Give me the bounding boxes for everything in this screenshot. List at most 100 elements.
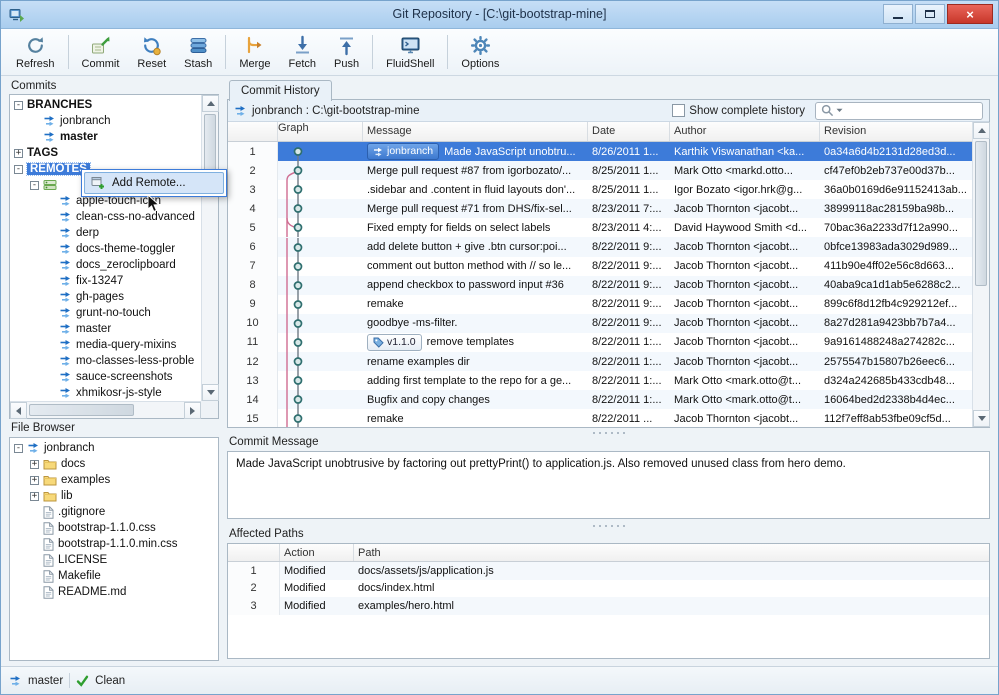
tree-item-jonbranch[interactable]: jonbranch [10, 113, 201, 129]
badge-label: jonbranch [387, 145, 433, 158]
scroll-right-button[interactable] [184, 402, 201, 419]
toolbar-button-refresh[interactable]: Refresh [7, 30, 64, 74]
tree-expand-handle[interactable]: + [30, 492, 39, 501]
tree-item-makefile[interactable]: Makefile [10, 568, 218, 584]
tree-item-fix-13247[interactable]: fix-13247 [10, 273, 201, 289]
column-header-row-number[interactable] [228, 544, 280, 561]
tree-item-license[interactable]: LICENSE [10, 552, 218, 568]
column-header-revision[interactable]: Revision [820, 122, 972, 141]
toolbar-button-reset[interactable]: Reset [128, 30, 175, 74]
table-row[interactable]: 9remake8/22/2011 9:...Jacob Thornton <ja… [228, 295, 972, 314]
maximize-button[interactable] [915, 4, 945, 24]
tree-item-gh-pages[interactable]: gh-pages [10, 289, 201, 305]
branch-icon [27, 442, 40, 454]
tree-item-gitignore[interactable]: .gitignore [10, 504, 218, 520]
table-row[interactable]: 6add delete button + give .btn cursor:po… [228, 237, 972, 256]
tree-expand-handle[interactable]: - [14, 444, 23, 453]
menu-item-add-remote[interactable]: Add Remote... [84, 172, 224, 194]
table-row[interactable]: 12rename examples dir8/22/2011 1:...Jaco… [228, 352, 972, 371]
toolbar-button-push[interactable]: Push [325, 30, 368, 74]
tree-expand-handle[interactable]: + [30, 460, 39, 469]
table-row[interactable]: 15remake8/22/2011 ...Jacob Thornton <jac… [228, 409, 972, 427]
tree-item-bootstrap-1-1-0-css[interactable]: bootstrap-1.1.0.css [10, 520, 218, 536]
scroll-up-button[interactable] [202, 95, 219, 112]
scrollbar-thumb[interactable] [975, 141, 987, 286]
toolbar-button-merge[interactable]: Merge [230, 30, 279, 74]
show-complete-history-checkbox[interactable] [672, 104, 685, 117]
scroll-down-button[interactable] [202, 384, 219, 401]
tree-item-docs[interactable]: +docs [10, 456, 218, 472]
tree-expand-handle[interactable]: - [14, 165, 23, 174]
title-bar[interactable]: Git Repository - [C:\git-bootstrap-mine]… [1, 1, 998, 29]
tree-item-branches[interactable]: -BRANCHES [10, 97, 201, 113]
tree-item-master[interactable]: master [10, 321, 201, 337]
tree-item-xhmikosr-js-style[interactable]: xhmikosr-js-style [10, 385, 201, 401]
tree-item-jonbranch[interactable]: -jonbranch [10, 440, 218, 456]
table-row[interactable]: 13adding first template to the repo for … [228, 371, 972, 390]
search-input[interactable] [847, 105, 977, 117]
table-row[interactable]: 2Merge pull request #87 from igorbozato/… [228, 161, 972, 180]
splitter-handle[interactable] [227, 521, 990, 530]
table-row[interactable]: 3.sidebar and .content in fluid layouts … [228, 180, 972, 199]
affected-path-row[interactable]: 2Modifieddocs/index.html [228, 580, 989, 598]
column-header-message[interactable]: Message [363, 122, 588, 141]
tree-item-derp[interactable]: derp [10, 225, 201, 241]
column-header-graph[interactable]: Graph [278, 122, 363, 141]
column-header-row-number[interactable] [228, 122, 278, 141]
table-row[interactable]: 7comment out button method with // so le… [228, 257, 972, 276]
splitter-handle[interactable] [227, 428, 990, 437]
tree-expand-handle[interactable]: - [30, 181, 39, 190]
table-row[interactable]: 4Merge pull request #71 from DHS/fix-sel… [228, 199, 972, 218]
scroll-down-button[interactable] [973, 410, 990, 427]
toolbar-button-commit[interactable]: Commit [73, 30, 129, 74]
scrollbar-thumb[interactable] [204, 114, 216, 172]
tree-item-sauce-screenshots[interactable]: sauce-screenshots [10, 369, 201, 385]
tab-commit-history[interactable]: Commit History [229, 80, 332, 101]
tree-item-bootstrap-1-1-0-min-css[interactable]: bootstrap-1.1.0.min.css [10, 536, 218, 552]
close-button[interactable]: × [947, 4, 993, 24]
toolbar-button-fluidshell[interactable]: FluidShell [377, 30, 443, 74]
search-box[interactable] [815, 102, 983, 120]
history-toolbar-right: Show complete history [672, 102, 983, 120]
affected-path-row[interactable]: 3Modifiedexamples/hero.html [228, 597, 989, 615]
tree-item-master[interactable]: master [10, 129, 201, 145]
minimize-button[interactable] [883, 4, 913, 24]
scroll-up-button[interactable] [973, 122, 990, 139]
commits-vertical-scrollbar[interactable] [201, 95, 218, 401]
commit-message-box: Made JavaScript unobtrusive by factoring… [227, 451, 990, 519]
tree-item-docs-zeroclipboard[interactable]: docs_zeroclipboard [10, 257, 201, 273]
table-row[interactable]: 11v1.1.0remove templates8/22/2011 1:...J… [228, 333, 972, 352]
column-header-author[interactable]: Author [670, 122, 820, 141]
history-vertical-scrollbar[interactable] [972, 122, 989, 427]
tree-expand-handle[interactable]: - [14, 101, 23, 110]
column-header-path[interactable]: Path [354, 544, 989, 561]
toolbar-button-options[interactable]: Options [452, 30, 508, 74]
scrollbar-thumb[interactable] [29, 404, 134, 416]
tree-item-media-query-mixins[interactable]: media-query-mixins [10, 337, 201, 353]
tree-item-examples[interactable]: +examples [10, 472, 218, 488]
scroll-left-button[interactable] [10, 402, 27, 419]
table-row[interactable]: 1jonbranchMade JavaScript unobtru...8/26… [228, 142, 972, 161]
affected-paths-title: Affected Paths [229, 528, 304, 540]
table-row[interactable]: 5Fixed empty for fields on select labels… [228, 218, 972, 237]
toolbar-button-stash[interactable]: Stash [175, 30, 221, 74]
tree-item-readme-md[interactable]: README.md [10, 584, 218, 600]
commit-graph-cell [278, 390, 363, 409]
table-row[interactable]: 8append checkbox to password input #368/… [228, 276, 972, 295]
tree-expand-handle[interactable]: + [30, 476, 39, 485]
table-row[interactable]: 14Bugfix and copy changes8/22/2011 1:...… [228, 390, 972, 409]
commits-horizontal-scrollbar[interactable] [10, 401, 201, 418]
tree-item-tags[interactable]: +TAGS [10, 145, 201, 161]
chevron-down-icon[interactable] [836, 108, 843, 113]
tree-expand-handle[interactable]: + [14, 149, 23, 158]
column-header-action[interactable]: Action [280, 544, 354, 561]
column-header-date[interactable]: Date [588, 122, 670, 141]
tree-item-grunt-no-touch[interactable]: grunt-no-touch [10, 305, 201, 321]
tree-item-docs-theme-toggler[interactable]: docs-theme-toggler [10, 241, 201, 257]
toolbar-button-fetch[interactable]: Fetch [280, 30, 326, 74]
tree-item-mo-classes-less-proble[interactable]: mo-classes-less-proble [10, 353, 201, 369]
tree-item-clean-css-no-advanced[interactable]: clean-css-no-advanced [10, 209, 201, 225]
table-row[interactable]: 10goodbye -ms-filter.8/22/2011 9:...Jaco… [228, 314, 972, 333]
tree-item-lib[interactable]: +lib [10, 488, 218, 504]
affected-path-row[interactable]: 1Modifieddocs/assets/js/application.js [228, 562, 989, 580]
